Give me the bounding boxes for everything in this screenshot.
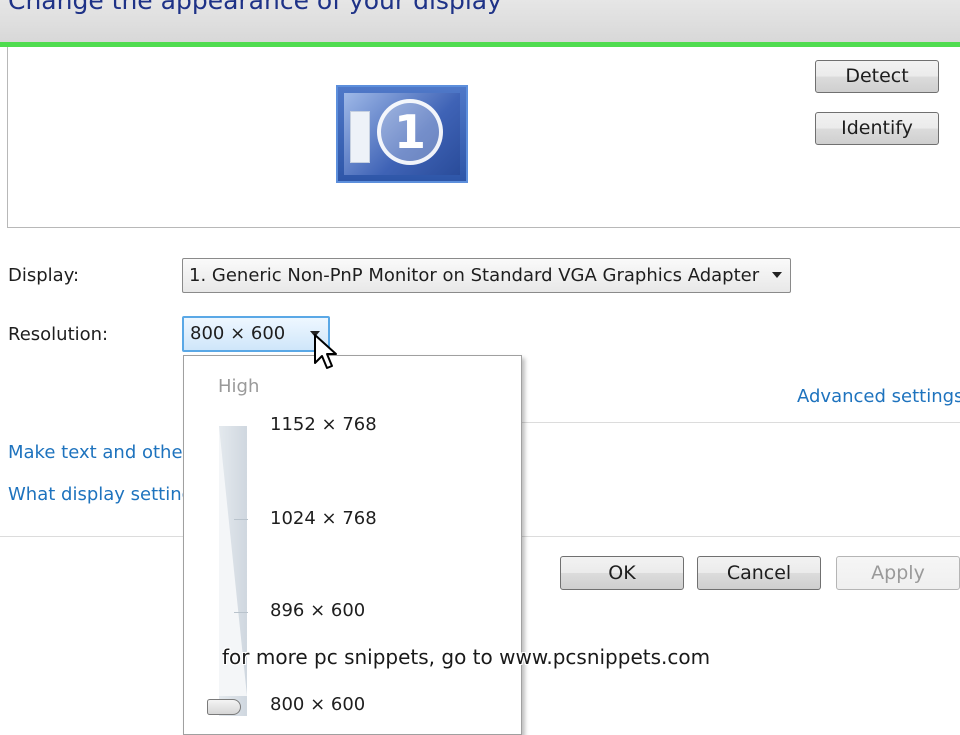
monitor-number: 1 <box>377 99 443 165</box>
title-bar: Change the appearance of your display <box>0 0 960 42</box>
resolution-option[interactable]: 896 × 600 <box>270 600 365 621</box>
resolution-select-value: 800 × 600 <box>190 323 286 344</box>
divider <box>520 422 960 423</box>
resolution-option[interactable]: 800 × 600 <box>270 694 365 715</box>
cancel-button[interactable]: Cancel <box>697 556 821 590</box>
monitor-screen-sidebar <box>350 111 370 163</box>
slider-tick <box>234 612 248 613</box>
advanced-settings-link[interactable]: Advanced settings <box>797 386 960 407</box>
mouse-cursor-icon <box>314 334 337 369</box>
monitor-screen: 1 <box>344 93 460 175</box>
resolution-option[interactable]: 1024 × 768 <box>270 508 377 529</box>
resolution-dropdown: High 1152 × 768 1024 × 768 896 × 600 800… <box>183 355 522 735</box>
resolution-select[interactable]: 800 × 600 <box>182 316 330 352</box>
resolution-label: Resolution: <box>8 324 109 345</box>
monitor-icon[interactable]: 1 <box>336 85 468 183</box>
resolution-option[interactable]: 1152 × 768 <box>270 414 377 435</box>
ok-button[interactable]: OK <box>560 556 684 590</box>
identify-button[interactable]: Identify <box>815 112 939 145</box>
apply-button[interactable]: Apply <box>836 556 960 590</box>
what-display-settings-link[interactable]: What display setting <box>8 484 193 505</box>
resolution-slider-thumb[interactable] <box>207 699 241 715</box>
make-text-larger-link[interactable]: Make text and other <box>8 442 190 463</box>
display-label: Display: <box>8 265 80 286</box>
chevron-down-icon <box>772 272 782 278</box>
resolution-high-label: High <box>218 376 260 397</box>
page-title: Change the appearance of your display <box>8 0 502 15</box>
slider-tick <box>234 519 248 520</box>
watermark-caption: for more pc snippets, go to www.pcsnippe… <box>222 645 711 669</box>
display-select-value: 1. Generic Non-PnP Monitor on Standard V… <box>189 265 760 286</box>
display-select[interactable]: 1. Generic Non-PnP Monitor on Standard V… <box>182 258 791 293</box>
detect-button[interactable]: Detect <box>815 60 939 93</box>
